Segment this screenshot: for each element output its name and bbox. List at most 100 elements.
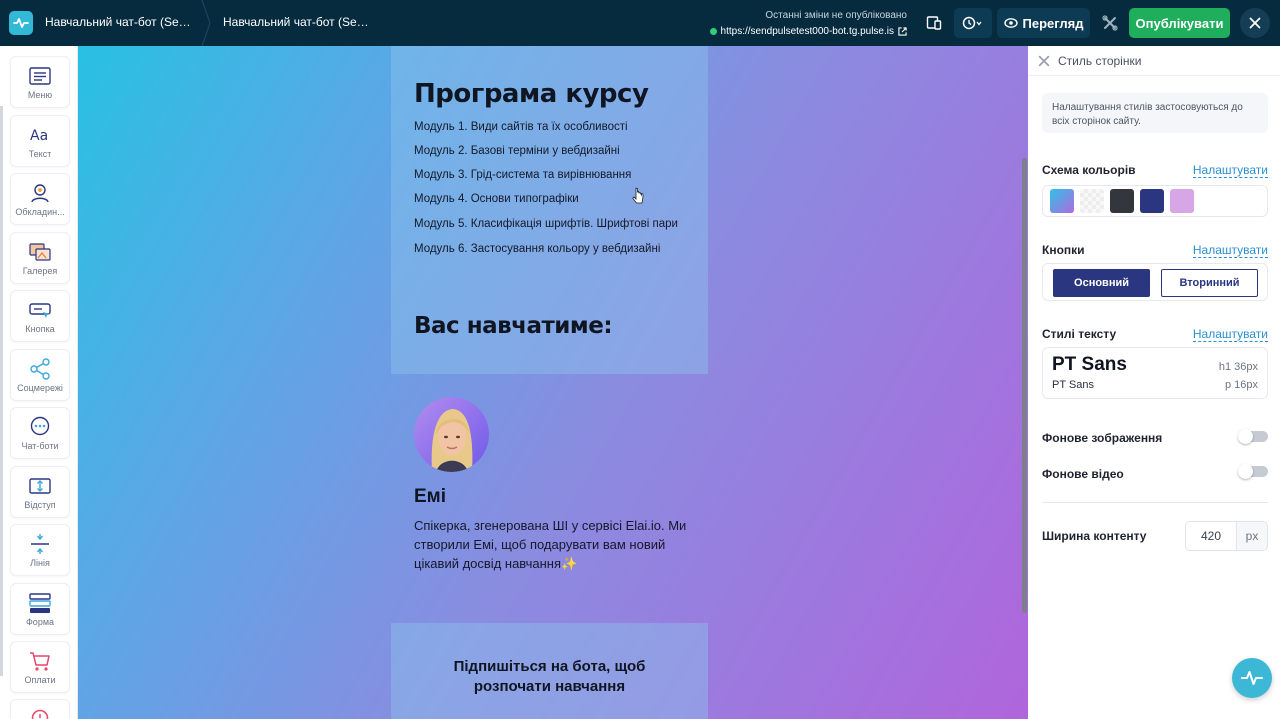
teachers-title[interactable]: Вас навчатиме: — [414, 313, 613, 339]
breadcrumb-separator-icon — [201, 0, 211, 46]
history-button[interactable] — [954, 8, 992, 38]
tools-button[interactable] — [1096, 8, 1124, 38]
swatch-gradient[interactable] — [1050, 189, 1074, 213]
content-width-unit: px — [1236, 521, 1268, 551]
sidebar-item-line[interactable]: Лінія — [10, 524, 70, 576]
chat-icon — [28, 416, 52, 438]
sidebar-item-button[interactable]: Кнопка — [10, 290, 70, 342]
publish-button[interactable]: Опублікувати — [1129, 8, 1230, 38]
mouse-cursor-icon — [632, 187, 644, 204]
sidebar-item-text[interactable]: Aa Текст — [10, 115, 70, 167]
menu-icon — [28, 65, 52, 87]
color-scheme-configure-link[interactable]: Налаштувати — [1192, 163, 1268, 178]
panel-divider — [1042, 502, 1268, 503]
preview-label: Перегляд — [1022, 15, 1084, 31]
support-chat-button[interactable] — [1232, 658, 1272, 698]
panel-header: Стиль сторінки — [1028, 46, 1280, 76]
teacher-name[interactable]: Емі — [414, 486, 446, 508]
p-font-name: PT Sans — [1052, 379, 1094, 391]
cover-icon — [28, 182, 52, 204]
svg-text:Aa: Aa — [30, 128, 48, 144]
tools-icon — [1102, 15, 1118, 31]
cart-icon — [28, 650, 52, 672]
sidebar-item-timer[interactable] — [10, 699, 70, 719]
panel-title: Стиль сторінки — [1058, 53, 1142, 68]
devices-icon — [926, 16, 942, 30]
blocks-sidebar: Меню Aa Текст Обкладин... Галерея Кнопка… — [0, 46, 78, 719]
page-style-panel: Стиль сторінки Налаштування стилів засто… — [1028, 46, 1280, 719]
module-item[interactable]: Модуль 4. Основи типографіки — [414, 193, 579, 205]
eye-icon — [1003, 18, 1018, 28]
h1-font-name: PT Sans — [1052, 354, 1127, 375]
swatch-lilac[interactable] — [1170, 189, 1194, 213]
preview-button[interactable]: Перегляд — [997, 8, 1090, 38]
text-styles-label: Стилі тексту — [1042, 327, 1117, 341]
teacher-description[interactable]: Спікерка, згенерована ШІ у сервісі Elai.… — [414, 516, 699, 573]
online-dot-icon — [709, 28, 717, 35]
publish-status: Останні зміни не опубліковано https://se… — [709, 10, 907, 37]
color-scheme-label: Схема кольорів — [1042, 163, 1136, 177]
secondary-button-preview[interactable]: Вторинний — [1161, 269, 1258, 297]
content-width-label: Ширина контенту — [1042, 529, 1147, 543]
breadcrumb-project[interactable]: Навчальний чат-бот (Sendp... — [45, 15, 195, 29]
page-canvas[interactable]: Програма курсу Модуль 1. Види сайтів та … — [78, 46, 1028, 719]
site-url-text: https://sendpulsetest000-bot.tg.pulse.is — [720, 26, 894, 37]
sidebar-item-chatbots[interactable]: Чат-боти — [10, 407, 70, 459]
site-url-link[interactable]: https://sendpulsetest000-bot.tg.pulse.is — [709, 26, 907, 37]
sendpulse-logo-icon[interactable] — [9, 11, 33, 35]
button-styles-box: Основний Вторинний — [1042, 263, 1268, 301]
cta-text[interactable]: Підпишіться на бота, щоб розпочати навча… — [391, 657, 708, 697]
close-icon — [1249, 17, 1261, 29]
clock-icon — [28, 706, 52, 719]
bg-video-label: Фонове відео — [1042, 467, 1124, 481]
gallery-icon — [28, 241, 52, 263]
close-editor-button[interactable] — [1240, 8, 1270, 38]
module-item[interactable]: Модуль 5. Класифікація шрифтів. Шрифтові… — [414, 218, 678, 230]
swatch-light[interactable] — [1080, 189, 1104, 213]
share-icon — [28, 357, 52, 380]
buttons-label: Кнопки — [1042, 243, 1085, 257]
module-item[interactable]: Модуль 3. Грід-система та вирівнювання — [414, 169, 631, 181]
primary-button-preview[interactable]: Основний — [1053, 269, 1150, 297]
history-icon — [962, 16, 982, 30]
module-item[interactable]: Модуль 6. Застосування кольору у вебдиза… — [414, 243, 660, 255]
tools-icon — [1038, 55, 1050, 66]
bg-video-toggle[interactable] — [1238, 464, 1268, 479]
bg-image-label: Фонове зображення — [1042, 431, 1163, 445]
color-swatches[interactable] — [1042, 185, 1268, 217]
breadcrumb-page[interactable]: Навчальний чат-бот (Sendp... — [223, 15, 373, 29]
bg-image-toggle[interactable] — [1238, 429, 1268, 444]
module-item[interactable]: Модуль 2. Базові терміни у вебдизайні — [414, 145, 620, 157]
top-bar: Навчальний чат-бот (Sendp... Навчальний … — [0, 0, 1280, 46]
sidebar-item-social[interactable]: Соцмережі — [10, 349, 70, 401]
swatch-navy[interactable] — [1140, 189, 1164, 213]
text-styles-box[interactable]: PT Sans h1 36px PT Sans p 16px — [1042, 347, 1268, 399]
external-link-icon — [898, 27, 907, 36]
styles-info-note: Налаштування стилів застосовуються до вс… — [1042, 93, 1268, 133]
program-title[interactable]: Програма курсу — [414, 79, 649, 109]
form-icon — [28, 592, 52, 614]
sidebar-scrollbar[interactable] — [0, 106, 3, 676]
unpublished-status-text: Останні зміни не опубліковано — [765, 10, 907, 21]
sidebar-item-spacing[interactable]: Відступ — [10, 466, 70, 518]
device-preview-button[interactable] — [924, 8, 944, 38]
teacher-avatar[interactable] — [414, 397, 489, 472]
text-styles-configure-link[interactable]: Налаштувати — [1192, 327, 1268, 342]
module-item[interactable]: Модуль 1. Види сайтів та їх особливості — [414, 121, 628, 133]
sidebar-item-gallery[interactable]: Галерея — [10, 232, 70, 284]
spacing-icon — [28, 475, 52, 497]
canvas-scrollbar[interactable] — [1022, 158, 1027, 613]
pulse-icon — [1241, 671, 1263, 685]
sidebar-item-menu[interactable]: Меню — [10, 56, 70, 108]
text-icon: Aa — [28, 124, 52, 146]
p-font-size: p 16px — [1224, 379, 1258, 391]
sidebar-item-payments[interactable]: Оплати — [10, 641, 70, 693]
content-width-input[interactable]: 420 — [1185, 521, 1237, 551]
sidebar-item-form[interactable]: Форма — [10, 583, 70, 635]
buttons-configure-link[interactable]: Налаштувати — [1192, 243, 1268, 258]
button-icon — [28, 299, 52, 321]
h1-font-size: h1 36px — [1218, 361, 1258, 373]
swatch-dark[interactable] — [1110, 189, 1134, 213]
line-icon — [28, 533, 52, 555]
sidebar-item-cover[interactable]: Обкладин... — [10, 173, 70, 225]
